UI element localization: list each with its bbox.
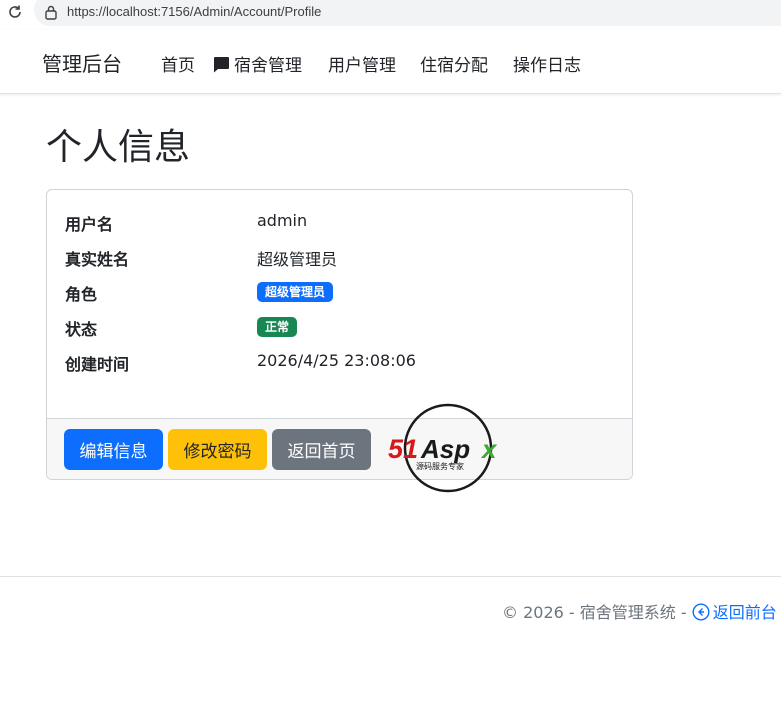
back-home-button[interactable]: 返回首页: [272, 429, 371, 470]
svg-text:51: 51: [388, 434, 418, 464]
back-to-frontend-link[interactable]: 返回前台: [692, 603, 777, 622]
page-footer: © 2026 - 宿舍管理系统 - 返回前台: [0, 576, 781, 719]
nav-item-label: 宿舍管理: [234, 56, 302, 76]
lock-icon[interactable]: [44, 4, 58, 20]
created-value: 2026/4/25 23:08:06: [257, 351, 416, 370]
brand-link[interactable]: 管理后台: [42, 48, 122, 77]
svg-text:x: x: [480, 434, 498, 464]
nav-item-room-allocation[interactable]: 住宿分配: [420, 51, 488, 76]
status-label: 状态: [65, 320, 98, 339]
nav-item-user-management[interactable]: 用户管理: [328, 51, 396, 76]
nav-item-label: 住宿分配: [420, 56, 488, 76]
arrow-left-circle-icon: [692, 603, 710, 621]
svg-text:源码服务专家: 源码服务专家: [416, 461, 464, 471]
role-label: 角色: [65, 285, 98, 304]
nav-item-operation-log[interactable]: 操作日志: [513, 51, 581, 76]
url-text[interactable]: https://localhost:7156/Admin/Account/Pro…: [67, 4, 321, 19]
role-value: 超级管理员: [257, 281, 334, 302]
card-footer: 编辑信息 修改密码 返回首页: [47, 418, 632, 479]
created-label: 创建时间: [65, 355, 130, 374]
status-badge: 正常: [257, 317, 298, 337]
nav-item-label: 操作日志: [513, 56, 581, 76]
nav-item-home[interactable]: 首页: [161, 51, 195, 76]
page-title: 个人信息: [46, 127, 191, 168]
edit-info-button[interactable]: 编辑信息: [64, 429, 163, 470]
username-label: 用户名: [65, 215, 114, 234]
role-badge: 超级管理员: [257, 282, 334, 302]
nav-item-label: 用户管理: [328, 56, 396, 76]
footer-line: © 2026 - 宿舍管理系统 - 返回前台: [502, 599, 777, 623]
copyright-text: © 2026 - 宿舍管理系统 -: [502, 603, 692, 622]
svg-text:Asp: Asp: [420, 434, 470, 464]
chat-bubble-icon: [214, 57, 229, 73]
profile-card: 用户名 admin 真实姓名 超级管理员 角色 超级管理员 状态 正常 创建时间…: [46, 189, 633, 480]
reload-icon[interactable]: [6, 3, 24, 21]
watermark-logo: 51 Asp x 源码服务专家: [388, 403, 498, 493]
back-to-frontend-label: 返回前台: [712, 603, 777, 622]
username-value: admin: [257, 211, 308, 230]
nav-item-label: 首页: [161, 56, 195, 76]
change-password-button[interactable]: 修改密码: [168, 429, 267, 470]
status-value: 正常: [257, 316, 298, 337]
browser-address-bar: https://localhost:7156/Admin/Account/Pro…: [0, 0, 781, 27]
nav-item-dorm-management[interactable]: 宿舍管理: [212, 51, 302, 76]
realname-value: 超级管理员: [257, 250, 338, 269]
top-navbar: 管理后台 首页 宿舍管理 用户管理 住宿分配 操作日志: [0, 30, 781, 94]
realname-label: 真实姓名: [65, 250, 130, 269]
